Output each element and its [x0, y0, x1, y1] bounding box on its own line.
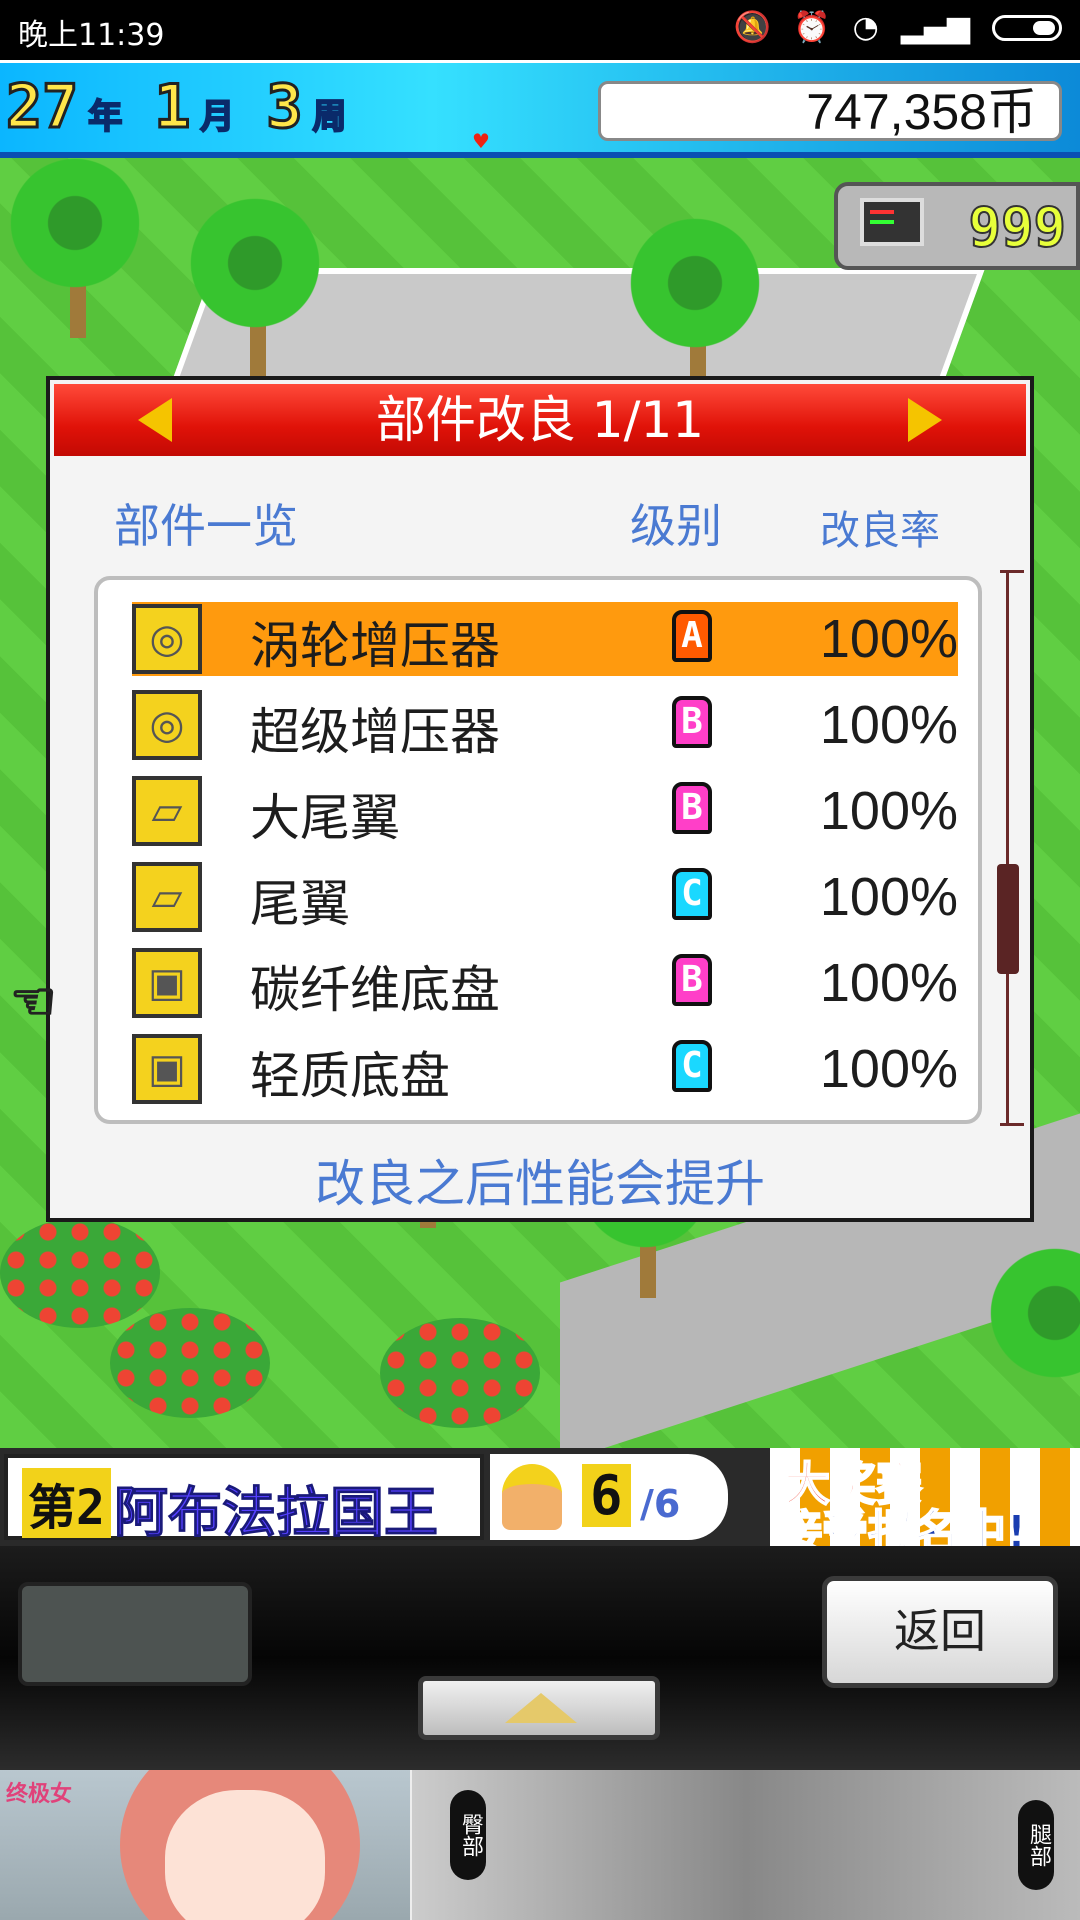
part-row-carbon-chassis[interactable]: ▣ 碳纤维底盘 B 100% [132, 946, 958, 1020]
part-name: 大尾翼 [250, 789, 400, 847]
team-rank: 第2 [22, 1468, 111, 1538]
grade-badge: C [672, 868, 712, 920]
grade-badge: A [672, 610, 712, 662]
heart-icon: ♥ [472, 129, 490, 153]
ad-tag: 腿部 [1018, 1800, 1054, 1890]
part-name: 轻质底盘 [250, 1047, 450, 1105]
improve-rate: 100% [819, 609, 958, 669]
pointer-hand-icon: ☜ [9, 971, 58, 1033]
ad-image-left: 终极女 [0, 1770, 410, 1920]
scrollbar-thumb[interactable] [997, 864, 1019, 974]
part-row-wing[interactable]: ▱ 尾翼 C 100% [132, 860, 958, 934]
grade-badge: B [672, 696, 712, 748]
back-button[interactable]: 返回 [822, 1576, 1058, 1688]
team-rank-panel[interactable]: 第2 阿布法拉国王 [4, 1454, 484, 1545]
ad-logo: 终极女 [6, 1782, 73, 1807]
wifi-icon: ◔ [852, 10, 879, 45]
dialog-hint: 改良之后性能会提升 [315, 1155, 765, 1213]
dialog-title: 部件改良 1/11 [375, 391, 705, 449]
ad-character-face [165, 1790, 325, 1920]
week-value: 3 [265, 72, 304, 142]
next-page-arrow-icon[interactable] [908, 398, 942, 442]
mechanic-icon [502, 1464, 562, 1530]
part-row-light-chassis[interactable]: ▣ 轻质底盘 C 100% [132, 1032, 958, 1106]
grand-prix-banner[interactable]: 大奖赛 接受报名中! [770, 1448, 1080, 1560]
palm-tree [620, 208, 770, 358]
ad-image-right [412, 1770, 1080, 1920]
research-points-value: 999 [967, 195, 1067, 260]
battery-icon [992, 14, 1062, 41]
grade-badge: B [672, 782, 712, 834]
date-money-bar: 27 年 1 月 3 周 ♥ 747,358币 [0, 60, 1080, 158]
grade-badge: B [672, 954, 712, 1006]
year-value: 27 [4, 72, 79, 142]
staff-total: /6 [640, 1482, 681, 1526]
chassis-icon: ▣ [132, 1034, 202, 1104]
part-row-supercharger[interactable]: ◎ 超级增压器 B 100% [132, 688, 958, 762]
list-scrollbar[interactable] [997, 570, 1027, 1126]
flower-bed [0, 1218, 160, 1328]
mute-icon: 🔕 [733, 10, 772, 45]
turbo-icon: ◎ [132, 690, 202, 760]
team-info-strip: 第2 阿布法拉国王 6 /6 大奖赛 接受报名中! [0, 1448, 1080, 1560]
palm-tree [180, 188, 330, 338]
part-name: 涡轮增压器 [250, 617, 500, 675]
staff-panel[interactable]: 6 /6 [490, 1454, 728, 1540]
game-date: 27 年 1 月 3 周 [4, 72, 369, 142]
signal-icon: ▂▄▆ [900, 10, 970, 45]
improve-rate: 100% [819, 781, 958, 841]
parts-list: ◎ 涡轮增压器 A 100% ◎ 超级增压器 B 100% ▱ 大尾翼 B 10… [94, 576, 982, 1124]
prev-page-arrow-icon[interactable] [138, 398, 172, 442]
ad-tag: 臀部 [450, 1790, 486, 1880]
team-name: 阿布法拉国王 [114, 1481, 439, 1545]
triangle-up-icon [505, 1693, 577, 1723]
part-row-big-wing[interactable]: ▱ 大尾翼 B 100% [132, 774, 958, 848]
improve-rate: 100% [819, 953, 958, 1013]
wing-icon: ▱ [132, 862, 202, 932]
empty-button-slot [18, 1582, 252, 1686]
ad-banner[interactable]: 终极女 臀部 腿部 [0, 1770, 1080, 1920]
grade-badge: C [672, 1040, 712, 1092]
dialog-header: 部件改良 1/11 [54, 384, 1026, 456]
parts-improve-dialog: 部件改良 1/11 部件一览 级别 改良率 ☜ ◎ 涡轮增压器 A 100% ◎… [9, 376, 1034, 1222]
part-name: 超级增压器 [250, 703, 500, 761]
improve-rate: 100% [819, 695, 958, 755]
clock: 晚上11:39 [18, 18, 165, 53]
chassis-icon: ▣ [132, 948, 202, 1018]
computer-icon [860, 198, 924, 246]
turbo-icon: ◎ [132, 604, 202, 674]
money-display: 747,358币 [598, 81, 1062, 141]
research-points-panel: 999 [834, 182, 1080, 270]
wing-icon: ▱ [132, 776, 202, 846]
status-bar: 晚上11:39 🔕 ⏰ ◔ ▂▄▆ [0, 0, 1080, 60]
grade-header: 级别 [630, 499, 722, 553]
control-panel: 返回 [0, 1546, 1080, 1770]
flower-bed [380, 1318, 540, 1428]
menu-up-button[interactable] [418, 1676, 660, 1740]
flower-bed [110, 1308, 270, 1418]
part-name: 尾翼 [250, 875, 350, 933]
parts-list-header: 部件一览 [114, 499, 298, 553]
part-name: 碳纤维底盘 [250, 961, 500, 1019]
year-unit: 年 [87, 96, 123, 138]
improve-rate-header: 改良率 [820, 508, 940, 554]
staff-count: 6 [582, 1464, 631, 1527]
status-icons: 🔕 ⏰ ◔ ▂▄▆ [734, 10, 1062, 45]
part-row-turbocharger[interactable]: ◎ 涡轮增压器 A 100% [132, 602, 958, 676]
week-unit: 周 [312, 96, 348, 138]
improve-rate: 100% [819, 1039, 958, 1099]
improve-rate: 100% [819, 867, 958, 927]
month-value: 1 [153, 72, 192, 142]
month-unit: 月 [199, 96, 235, 138]
alarm-icon: ⏰ [793, 10, 831, 45]
